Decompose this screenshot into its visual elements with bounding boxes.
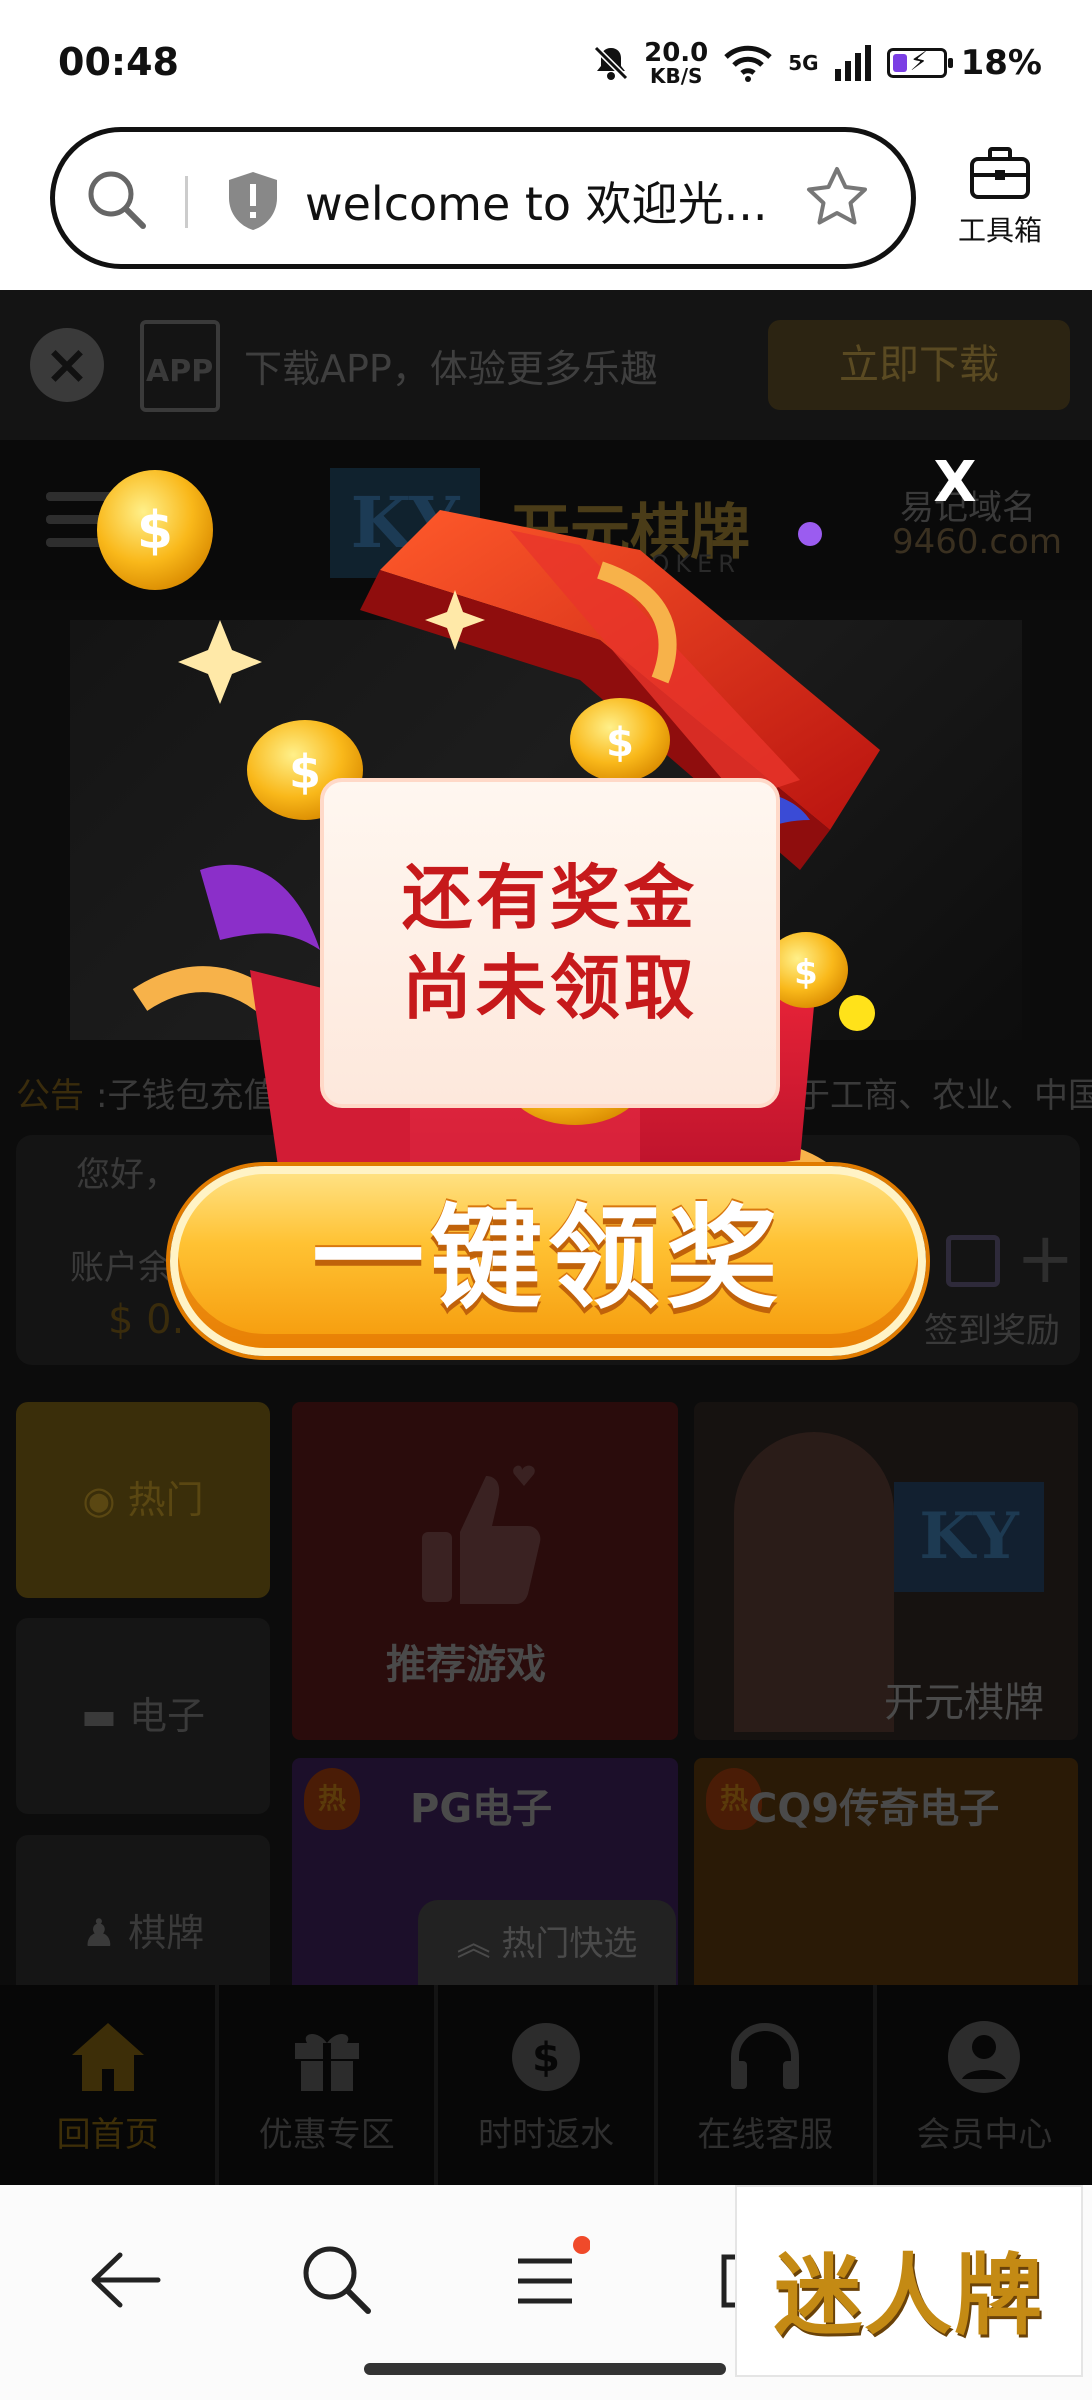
status-time: 00:48 — [58, 40, 179, 84]
svg-text:$: $ — [532, 2035, 560, 2081]
status-icons: 20.0 KB/S 5G ⚡ 18% — [592, 40, 1042, 86]
nav-support[interactable]: 在线客服 — [658, 1985, 877, 2185]
home-indicator[interactable] — [364, 2363, 726, 2375]
toolbox-button[interactable]: 工具箱 — [945, 147, 1055, 249]
user-circle-icon — [948, 2021, 1021, 2093]
tile-cq9-title: CQ9传奇电子 — [748, 1786, 1000, 1832]
battery-percent: 18% — [960, 43, 1042, 83]
character-image — [734, 1432, 894, 1732]
coin-icon: $ — [97, 470, 213, 590]
tile-pg-title: PG电子 — [410, 1786, 553, 1832]
close-popup-button[interactable]: X — [920, 448, 990, 518]
tile-kaiyuan[interactable]: KY 开元棋牌 — [694, 1402, 1078, 1740]
status-bar: 00:48 20.0 KB/S 5G ⚡ 18% — [0, 0, 1092, 125]
address-bar[interactable]: welcome to 欢迎光... — [50, 127, 916, 269]
star-icon[interactable] — [803, 164, 871, 232]
app-download-banner: × APP 下载APP，体验更多乐趣 立即下载 — [0, 290, 1092, 440]
signal-type: 5G — [788, 51, 819, 75]
shield-icon[interactable] — [225, 170, 281, 232]
site-bottom-nav: 回首页 优惠专区 $ 时时返水 在线客服 会员中心 — [0, 1985, 1092, 2185]
mute-bell-icon — [593, 45, 629, 81]
notice-tag: 公告 — [16, 1076, 84, 1116]
category-slots[interactable]: ▬ 电子 — [16, 1618, 270, 1814]
app-file-icon: APP — [140, 320, 220, 412]
thumbs-up-icon — [422, 1465, 541, 1604]
download-now-button[interactable]: 立即下载 — [768, 320, 1070, 410]
net-speed: 20.0 KB/S — [644, 38, 709, 88]
divider — [185, 176, 188, 228]
tabs-icon[interactable] — [700, 2235, 740, 2325]
wifi-icon — [724, 45, 772, 82]
category-hot[interactable]: ◉ 热门 — [16, 1402, 270, 1598]
tile-recommended-title: 推荐游戏 — [386, 1642, 546, 1688]
claim-reward-button[interactable]: 一键领奖 — [170, 1166, 926, 1356]
quick-select-button[interactable]: ︽ 热门快选 — [418, 1900, 676, 1988]
nav-home[interactable]: 回首页 — [0, 1985, 220, 2185]
nav-rebate[interactable]: $ 时时返水 — [438, 1985, 658, 2185]
nav-promotions[interactable]: 优惠专区 — [219, 1985, 439, 2185]
headphones-icon — [731, 2023, 800, 2089]
svg-text:$: $ — [794, 953, 818, 993]
cell-signal-icon — [834, 45, 871, 81]
svg-text:$: $ — [289, 745, 321, 799]
home-icon — [71, 2023, 144, 2091]
tile-kaiyuan-title: 开元棋牌 — [884, 1680, 1044, 1726]
reward-message-card: 还有奖金 尚未领取 — [320, 778, 780, 1108]
nav-member[interactable]: 会员中心 — [877, 1985, 1092, 2185]
gift-icon — [294, 2033, 359, 2091]
chevron-up-icon: ︽ — [456, 1924, 502, 1964]
close-banner-icon[interactable]: × — [30, 328, 104, 402]
toolbox-icon — [970, 147, 1030, 199]
plus-icon[interactable]: + — [1016, 1217, 1075, 1299]
dollar-badge-icon: $ — [512, 2023, 580, 2091]
svg-text:$: $ — [606, 720, 634, 766]
tile-ky-logo: KY — [894, 1482, 1044, 1592]
menu-icon[interactable] — [500, 2235, 590, 2325]
tile-recommended[interactable]: 推荐游戏 — [292, 1402, 678, 1740]
ad-banner[interactable]: 迷人牌 — [735, 2185, 1083, 2377]
chess-pawn-icon: ♟ — [81, 1911, 129, 1955]
reward-message-line1: 还有奖金 — [402, 857, 698, 939]
back-arrow-icon[interactable] — [80, 2235, 170, 2325]
svg-text:$: $ — [137, 501, 173, 561]
hot-badge: 热 — [304, 1768, 360, 1830]
app-banner-text: 下载APP，体验更多乐趣 — [244, 347, 658, 391]
browser-toolbar: welcome to 欢迎光... 工具箱 — [0, 125, 1092, 290]
battery-icon: ⚡ — [886, 47, 953, 78]
url-text[interactable]: welcome to 欢迎光... — [305, 168, 768, 234]
ad-text: 迷人牌 — [773, 2243, 1044, 2347]
gamepad-icon: ▬ — [81, 1694, 129, 1738]
flame-icon: ◉ — [82, 1478, 128, 1522]
toolbox-label: 工具箱 — [957, 214, 1042, 247]
search-icon[interactable] — [85, 168, 147, 230]
reward-message-line2: 尚未领取 — [402, 947, 698, 1029]
search-icon[interactable] — [292, 2235, 382, 2325]
